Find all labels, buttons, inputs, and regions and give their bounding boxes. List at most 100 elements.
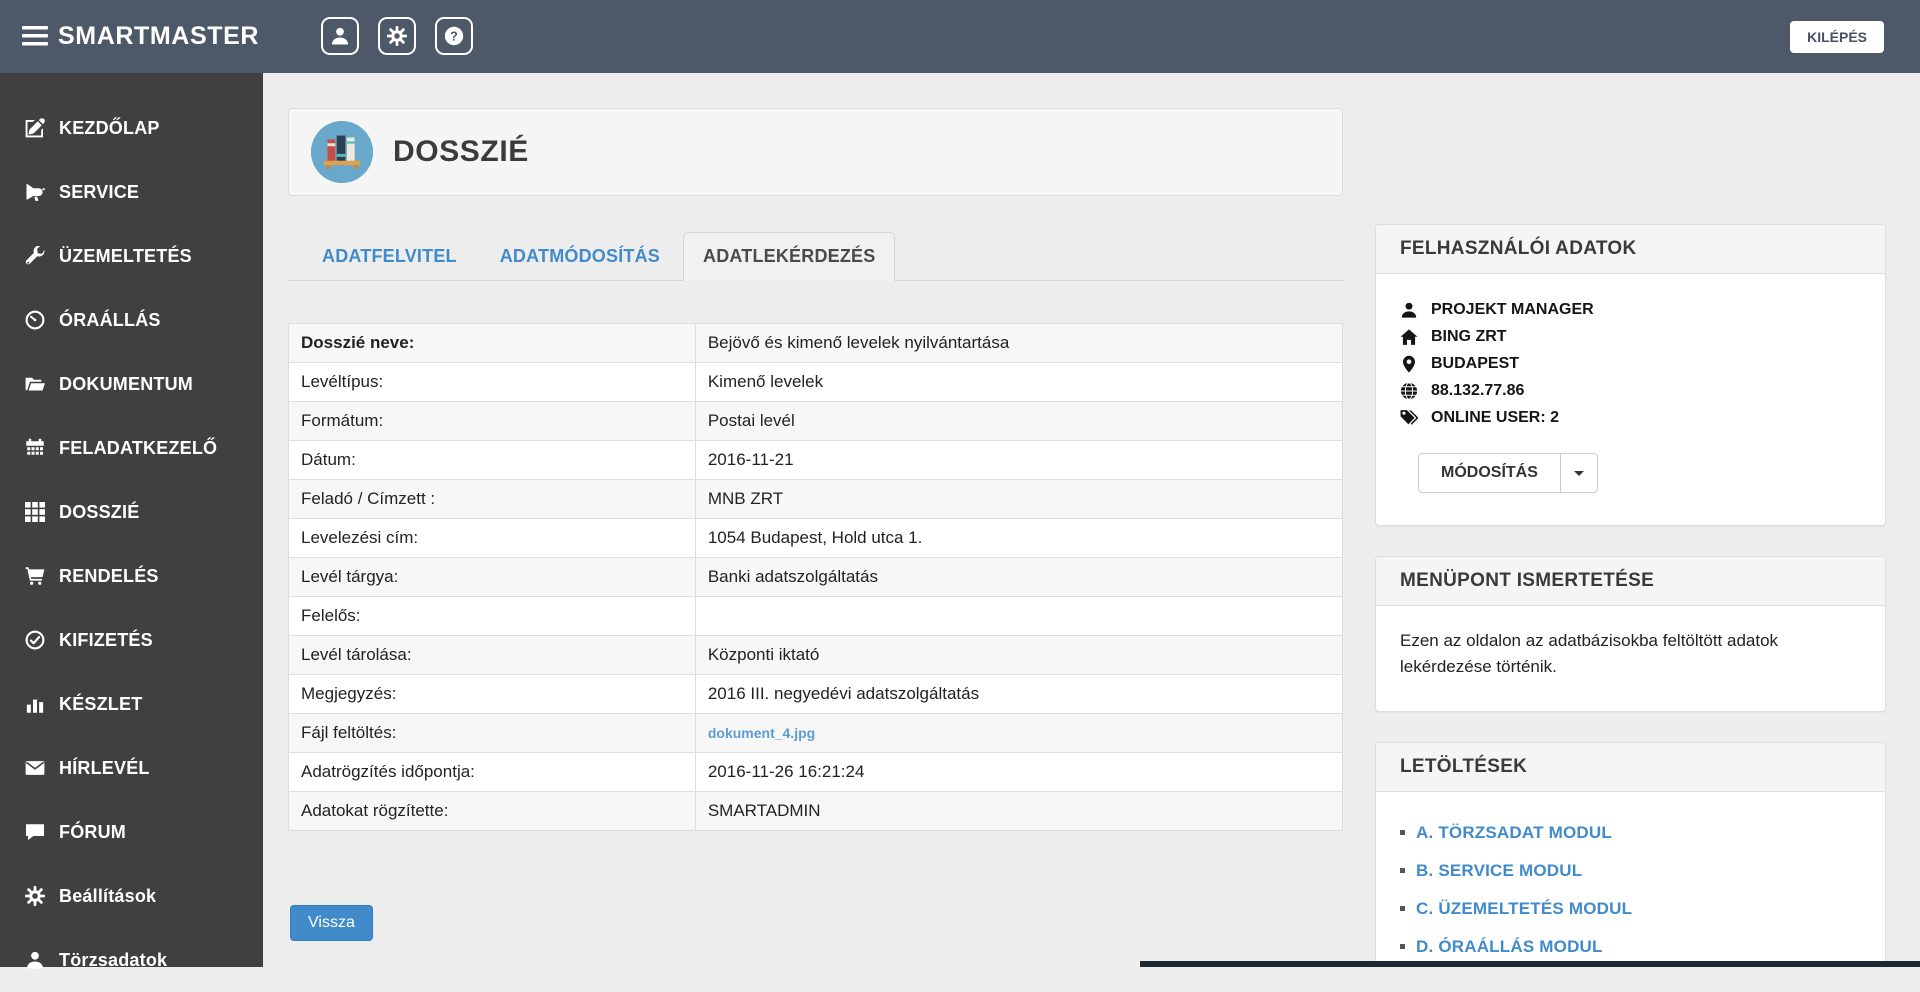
table-row: Megjegyzés: 2016 III. negyedévi adatszolg…	[288, 674, 1344, 714]
field-label: Levél tárgya:	[288, 557, 696, 597]
table-row: Dátum: 2016-11-21	[288, 440, 1344, 480]
table-row: Dosszié neve: Bejövő és kimenő levelek ny…	[288, 323, 1344, 363]
back-button[interactable]: Vissza	[290, 905, 373, 941]
user-data-item: BING ZRT	[1400, 323, 1861, 350]
user-data-panel: FELHASZNÁLÓI ADATOK PROJEKT MANAGER BING …	[1375, 224, 1886, 526]
sidebar-item-label: KEZDŐLAP	[59, 117, 160, 138]
field-value: Kimenő levelek	[694, 362, 1344, 402]
page-title: DOSSZIÉ	[393, 135, 529, 168]
file-link[interactable]: dokument_4.jpg	[708, 725, 815, 741]
field-value: 2016-11-26 16:21:24	[694, 752, 1344, 792]
sidebar-item-rendeles[interactable]: RENDELÉS	[0, 544, 263, 608]
sidebar-item-label: ÓRAÁLLÁS	[59, 309, 161, 330]
user-data-text: 88.132.77.86	[1431, 381, 1525, 399]
table-row: Formátum: Postai levél	[288, 401, 1344, 441]
sidebar-item-kifizetes[interactable]: KIFIZETÉS	[0, 608, 263, 672]
main-area: DOSSZIÉ ADATFELVITEL ADATMÓDOSÍTÁS ADATLEK…	[263, 73, 1920, 967]
calendar-icon	[25, 438, 45, 458]
user-icon	[330, 26, 350, 46]
downloads-panel-title: LETÖLTÉSEK	[1376, 742, 1885, 792]
table-row: Adatokat rögzítette: SMARTADMIN	[288, 791, 1344, 831]
sidebar-item-torzsadatok[interactable]: Törzsadatok	[0, 928, 263, 992]
grid-icon	[25, 502, 45, 522]
field-value: 2016-11-21	[694, 440, 1344, 480]
gear-icon	[387, 26, 407, 46]
sidebar-item-beallitasok[interactable]: Beállítások	[0, 864, 263, 928]
sidebar-item-keszlet[interactable]: KÉSZLET	[0, 672, 263, 736]
sidebar-item-label: SERVICE	[59, 181, 140, 202]
field-label: Dátum:	[288, 440, 696, 480]
profile-button[interactable]	[321, 17, 359, 55]
field-value: SMARTADMIN	[694, 791, 1344, 831]
main-column: DOSSZIÉ ADATFELVITEL ADATMÓDOSÍTÁS ADATLEK…	[288, 108, 1344, 941]
tab-adatmodositas[interactable]: ADATMÓDOSÍTÁS	[480, 232, 680, 281]
navbar-icon-buttons: ?	[321, 17, 473, 55]
user-data-text: PROJEKT MANAGER	[1431, 300, 1594, 318]
field-value: Banki adatszolgáltatás	[694, 557, 1344, 597]
sidebar-item-forum[interactable]: FÓRUM	[0, 800, 263, 864]
table-row: Feladó / Címzett : MNB ZRT	[288, 479, 1344, 519]
download-link-c-uzemeltetes-modul[interactable]: C. ÜZEMELTETÉS MODUL	[1416, 899, 1632, 919]
table-row: Fájl feltöltés: dokument_4.jpg	[288, 713, 1344, 753]
sidebar-item-label: KÉSZLET	[59, 693, 143, 714]
sidebar-item-label: KIFIZETÉS	[59, 629, 153, 650]
books-icon	[311, 121, 373, 183]
logout-button[interactable]: KILÉPÉS	[1790, 21, 1884, 53]
field-label: Levelezési cím:	[288, 518, 696, 558]
sidebar-item-oraallas[interactable]: ÓRAÁLLÁS	[0, 288, 263, 352]
folder-open-icon	[25, 374, 45, 394]
table-row: Levél tárolása: Központi iktató	[288, 635, 1344, 675]
sidebar-item-feladatkezelo[interactable]: FELADATKEZELŐ	[0, 416, 263, 480]
field-label: Levéltípus:	[288, 362, 696, 402]
field-value: MNB ZRT	[694, 479, 1344, 519]
caret-down-icon	[1573, 470, 1584, 476]
sidebar-item-label: Beállítások	[59, 885, 157, 906]
sidebar-item-uzemeltetes[interactable]: ÜZEMELTETÉS	[0, 224, 263, 288]
tab-adatfelvitel[interactable]: ADATFELVITEL	[302, 232, 477, 281]
app-brand: SMARTMASTER	[58, 22, 260, 50]
download-link-b-service-modul[interactable]: B. SERVICE MODUL	[1416, 861, 1582, 881]
bottom-edge-bar	[1140, 961, 1920, 967]
sidebar-item-service[interactable]: SERVICE	[0, 160, 263, 224]
field-label: Felelős:	[288, 596, 696, 636]
table-row: Levéltípus: Kimenő levelek	[288, 362, 1344, 402]
settings-button[interactable]	[378, 17, 416, 55]
envelope-icon	[25, 758, 45, 778]
user-data-list: PROJEKT MANAGER BING ZRT BUDAPEST 88.132.77…	[1400, 296, 1861, 431]
user-data-text: BING ZRT	[1431, 327, 1507, 345]
downloads-list: A. TÖRZSADAT MODUL B. SERVICE MODUL C. ÜZE…	[1400, 814, 1861, 967]
right-column: FELHASZNÁLÓI ADATOK PROJEKT MANAGER BING …	[1375, 224, 1886, 967]
user-data-panel-title: FELHASZNÁLÓI ADATOK	[1376, 225, 1885, 274]
top-navbar: SMARTMASTER ? KILÉPÉS	[0, 0, 1920, 73]
user-data-item: 88.132.77.86	[1400, 377, 1861, 404]
sidebar-item-label: DOSSZIÉ	[59, 501, 140, 522]
gear-icon	[25, 886, 45, 906]
sidebar-item-label: FELADATKEZELŐ	[59, 437, 218, 458]
sidebar-item-dosszie[interactable]: DOSSZIÉ	[0, 480, 263, 544]
download-link-d-oraallas-modul[interactable]: D. ÓRAÁLLÁS MODUL	[1416, 937, 1603, 957]
help-button[interactable]: ?	[435, 17, 473, 55]
sidebar-item-dokumentum[interactable]: DOKUMENTUM	[0, 352, 263, 416]
menu-info-panel: MENÜPONT ISMERTETÉSE Ezen az oldalon az …	[1375, 556, 1886, 712]
tab-adatlekerdezes[interactable]: ADATLEKÉRDEZÉS	[683, 232, 896, 281]
edit-icon	[25, 118, 45, 138]
user-data-text: ONLINE USER: 2	[1431, 408, 1560, 426]
sidebar-item-hirlevel[interactable]: HÍRLEVÉL	[0, 736, 263, 800]
user-data-item: PROJEKT MANAGER	[1400, 296, 1861, 323]
comment-icon	[25, 822, 45, 842]
hamburger-icon[interactable]	[22, 26, 48, 46]
download-link-a-torzsadat-modul[interactable]: A. TÖRZSADAT MODUL	[1416, 823, 1612, 843]
menu-info-panel-title: MENÜPONT ISMERTETÉSE	[1376, 557, 1885, 606]
modify-dropdown-button[interactable]	[1559, 453, 1598, 493]
field-label: Dosszié neve:	[288, 323, 696, 363]
field-value: Központi iktató	[694, 635, 1344, 675]
field-label: Adatrögzítés időpontja:	[288, 752, 696, 792]
bullhorn-icon	[25, 182, 45, 202]
cart-icon	[25, 566, 45, 586]
help-icon: ?	[444, 26, 464, 46]
modify-button[interactable]: MÓDOSÍTÁS	[1418, 453, 1561, 493]
field-label: Adatokat rögzítette:	[288, 791, 696, 831]
sidebar-item-kezdolap[interactable]: KEZDŐLAP	[0, 96, 263, 160]
sidebar-item-label: Törzsadatok	[59, 949, 168, 970]
field-label: Fájl feltöltés:	[288, 713, 696, 753]
